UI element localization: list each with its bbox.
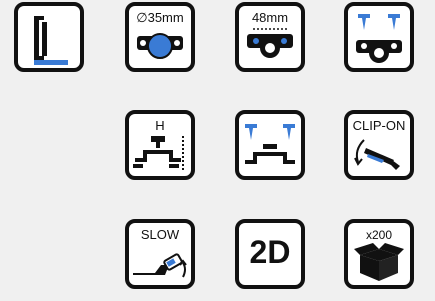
- screw-fixing-icon: [356, 14, 402, 63]
- clip-on-tile: CLIP-ON: [344, 110, 414, 180]
- screw-adjust-icon: [245, 124, 295, 164]
- cup-diameter-tile: ∅35mm: [125, 2, 195, 72]
- hinge-profile-tile: [14, 2, 84, 72]
- pack-quantity-icon: [354, 243, 404, 281]
- hole-distance-tile: 48mm: [235, 2, 305, 72]
- height-adjust-tile: H: [125, 110, 195, 180]
- 2d-adjust-label: 2D: [249, 234, 291, 270]
- height-adjust-icon: [133, 136, 184, 172]
- soft-close-icon: [133, 253, 187, 278]
- screw-fixing-tile: [344, 2, 414, 72]
- hole-distance-icon: [247, 28, 293, 58]
- pack-quantity-tile: x200: [344, 219, 414, 289]
- 2d-adjust-tile: 2D: [235, 219, 305, 289]
- clip-on-icon: [354, 139, 400, 170]
- screw-adjust-tile: [235, 110, 305, 180]
- cup-diameter-icon: [137, 33, 183, 59]
- soft-close-tile: SLOW: [125, 219, 195, 289]
- hinge-profile-icon: [34, 16, 68, 65]
